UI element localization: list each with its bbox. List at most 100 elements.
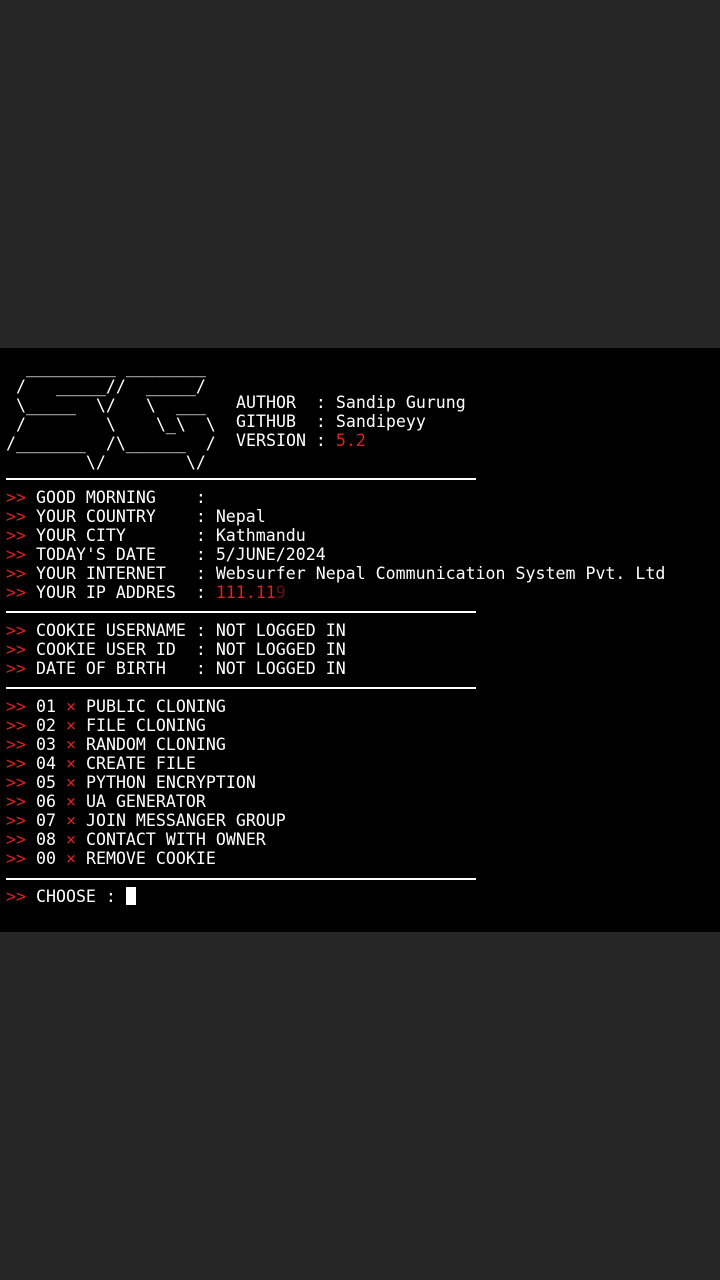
cookie-label: DATE OF BIRTH : — [35, 659, 216, 678]
cookie-value: NOT LOGGED IN — [215, 640, 346, 659]
info-value: Kathmandu — [215, 526, 306, 545]
menu-item-remove-cookie[interactable]: >> 00 × REMOVE COOKIE — [6, 849, 286, 868]
prompt-arrow-icon: >> — [6, 640, 26, 659]
info-label: YOUR IP ADDRES : — [35, 583, 216, 602]
info-row-greeting: >> GOOD MORNING : — [6, 488, 665, 507]
prompt-arrow-icon: >> — [6, 887, 26, 906]
cross-icon: × — [65, 773, 76, 792]
logo-line: _________ ________ — [6, 358, 206, 377]
prompt-arrow-icon: >> — [6, 545, 26, 564]
menu-item-contact-owner[interactable]: >> 08 × CONTACT WITH OWNER — [6, 830, 286, 849]
cookie-row-username: >> COOKIE USERNAME : NOT LOGGED IN — [6, 621, 346, 640]
prompt-arrow-icon: >> — [6, 754, 26, 773]
cross-icon: × — [65, 697, 76, 716]
menu-number: 00 — [35, 849, 56, 868]
cross-icon: × — [65, 735, 76, 754]
menu-label: UA GENERATOR — [85, 792, 206, 811]
menu-number: 01 — [35, 697, 56, 716]
separator-line — [6, 611, 476, 613]
info-label: YOUR COUNTRY : — [35, 507, 216, 526]
menu-label: JOIN MESSANGER GROUP — [85, 811, 286, 830]
cross-icon: × — [65, 849, 76, 868]
menu-item-random-cloning[interactable]: >> 03 × RANDOM CLONING — [6, 735, 286, 754]
menu-label: RANDOM CLONING — [85, 735, 226, 754]
prompt-arrow-icon: >> — [6, 792, 26, 811]
info-row-country: >> YOUR COUNTRY : Nepal — [6, 507, 665, 526]
menu-label: CONTACT WITH OWNER — [85, 830, 266, 849]
info-value: 5/JUNE/2024 — [215, 545, 326, 564]
author-line: AUTHOR : Sandip Gurung — [236, 393, 466, 412]
ip-value-tail: 9 — [275, 583, 286, 602]
version-line: VERSION : 5.2 — [236, 431, 466, 450]
menu-item-join-messanger-group[interactable]: >> 07 × JOIN MESSANGER GROUP — [6, 811, 286, 830]
info-value: Websurfer Nepal Communication System Pvt… — [215, 564, 666, 583]
prompt-arrow-icon: >> — [6, 830, 26, 849]
choose-label: CHOOSE : — [35, 887, 126, 906]
prompt-arrow-icon: >> — [6, 716, 26, 735]
info-row-city: >> YOUR CITY : Kathmandu — [6, 526, 665, 545]
separator-line — [6, 478, 476, 480]
ascii-logo: _________ ________ / _____// _____/ \___… — [6, 358, 216, 472]
prompt-arrow-icon: >> — [6, 526, 26, 545]
info-row-date: >> TODAY'S DATE : 5/JUNE/2024 — [6, 545, 665, 564]
menu-item-create-file[interactable]: >> 04 × CREATE FILE — [6, 754, 286, 773]
prompt-arrow-icon: >> — [6, 811, 26, 830]
menu-number: 02 — [35, 716, 56, 735]
info-row-ip: >> YOUR IP ADDRES : 111.119 — [6, 583, 665, 602]
cross-icon: × — [65, 811, 76, 830]
prompt-arrow-icon: >> — [6, 659, 26, 678]
cookie-row-dob: >> DATE OF BIRTH : NOT LOGGED IN — [6, 659, 346, 678]
menu-item-ua-generator[interactable]: >> 06 × UA GENERATOR — [6, 792, 286, 811]
info-row-internet: >> YOUR INTERNET : Websurfer Nepal Commu… — [6, 564, 665, 583]
info-label: YOUR INTERNET : — [35, 564, 216, 583]
cookie-value: NOT LOGGED IN — [215, 621, 346, 640]
menu-number: 04 — [35, 754, 56, 773]
logo-line: \_____ \/ \ ___ — [6, 396, 206, 415]
prompt-arrow-icon: >> — [6, 564, 26, 583]
info-label: TODAY'S DATE : — [35, 545, 216, 564]
menu-label: CREATE FILE — [85, 754, 196, 773]
prompt-arrow-icon: >> — [6, 507, 26, 526]
info-section: >> GOOD MORNING : >> YOUR COUNTRY : Nepa… — [6, 488, 665, 602]
cookie-section: >> COOKIE USERNAME : NOT LOGGED IN >> CO… — [6, 621, 346, 678]
prompt-arrow-icon: >> — [6, 735, 26, 754]
choose-input-line[interactable]: >> CHOOSE : — [6, 887, 136, 906]
logo-line: /_______ /\______ / — [6, 434, 216, 453]
menu-number: 07 — [35, 811, 56, 830]
prompt-arrow-icon: >> — [6, 697, 26, 716]
separator-line — [6, 687, 476, 689]
menu-label: REMOVE COOKIE — [85, 849, 216, 868]
cookie-value: NOT LOGGED IN — [215, 659, 346, 678]
github-line: GITHUB : Sandipeyy — [236, 412, 426, 431]
ip-value: 111.11 — [215, 583, 276, 602]
logo-line: / _____// _____/ — [6, 377, 206, 396]
menu-item-public-cloning[interactable]: >> 01 × PUBLIC CLONING — [6, 697, 286, 716]
version-label: VERSION : — [236, 431, 336, 450]
prompt-arrow-icon: >> — [6, 773, 26, 792]
info-label: GOOD MORNING : — [35, 488, 216, 507]
text-cursor — [125, 887, 136, 905]
cross-icon: × — [65, 830, 76, 849]
prompt-arrow-icon: >> — [6, 583, 26, 602]
prompt-arrow-icon: >> — [6, 488, 26, 507]
prompt-arrow-icon: >> — [6, 849, 26, 868]
prompt-arrow-icon: >> — [6, 621, 26, 640]
cookie-label: COOKIE USERNAME : — [35, 621, 216, 640]
menu-number: 03 — [35, 735, 56, 754]
separator-line — [6, 878, 476, 880]
menu-label: FILE CLONING — [85, 716, 206, 735]
menu-item-python-encryption[interactable]: >> 05 × PYTHON ENCRYPTION — [6, 773, 286, 792]
version-value: 5.2 — [335, 431, 366, 450]
menu-number: 05 — [35, 773, 56, 792]
cookie-row-userid: >> COOKIE USER ID : NOT LOGGED IN — [6, 640, 346, 659]
menu-item-file-cloning[interactable]: >> 02 × FILE CLONING — [6, 716, 286, 735]
cross-icon: × — [65, 792, 76, 811]
logo-line: / \ \_\ \ — [6, 415, 216, 434]
terminal-window: _________ ________ / _____// _____/ \___… — [0, 348, 720, 932]
menu-number: 06 — [35, 792, 56, 811]
menu-section: >> 01 × PUBLIC CLONING >> 02 × FILE CLON… — [6, 697, 286, 868]
choose-prompt[interactable]: >> CHOOSE : — [6, 887, 136, 906]
menu-label: PUBLIC CLONING — [85, 697, 226, 716]
logo-line: \/ \/ — [6, 453, 206, 472]
info-label: YOUR CITY : — [35, 526, 216, 545]
